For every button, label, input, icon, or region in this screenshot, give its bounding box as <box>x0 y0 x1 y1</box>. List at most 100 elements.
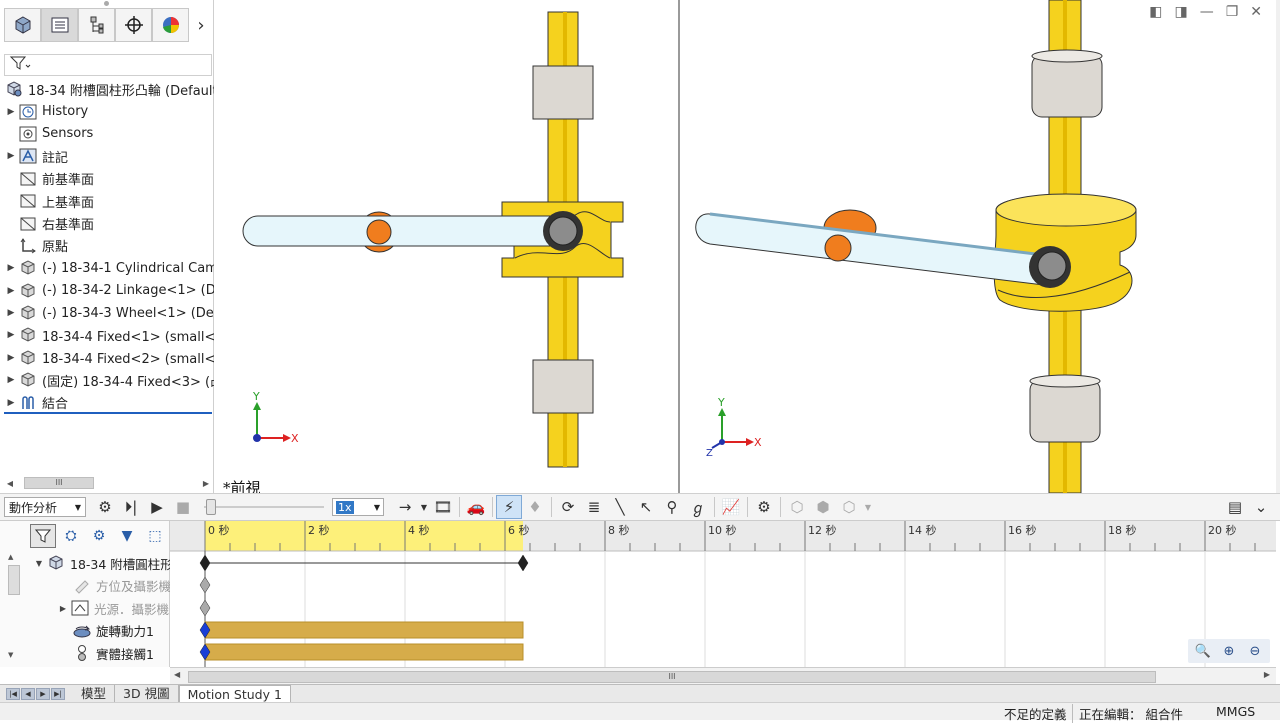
tree-item[interactable]: ▶ (固定) 18-34-4 Fixed<3> (凸 <box>4 369 214 391</box>
motion-tree-item[interactable]: 實體接觸1 <box>0 642 170 665</box>
units-status[interactable]: MMGS <box>1216 704 1255 719</box>
tab-motion-study-1[interactable]: Motion Study 1 <box>178 684 291 703</box>
playback-slider[interactable] <box>204 497 324 517</box>
scroll-right-icon[interactable]: ▶ <box>1264 670 1270 679</box>
tree-item[interactable]: ▶ 18-34-4 Fixed<2> (small<默 <box>4 347 214 369</box>
motion-tree-item[interactable]: ▶ 光源．攝影機 <box>0 597 170 620</box>
tree-item[interactable]: 前基準面 <box>4 168 214 190</box>
tab-model[interactable]: 模型 <box>73 684 116 703</box>
tree-item[interactable]: ▶ (-) 18-34-3 Wheel<1> (Def <box>4 302 214 324</box>
filter-selected-icon[interactable]: ▼ <box>114 524 140 548</box>
tree-item[interactable]: ▶ (-) 18-34-1 Cylindrical Cam <box>4 257 214 279</box>
last-tab-icon[interactable]: ▶| <box>51 687 65 700</box>
motion-tree-item[interactable]: ▼ 18-34 附槽圓柱形 <box>0 552 170 575</box>
configuration-manager-icon[interactable] <box>78 8 115 42</box>
display-manager-icon[interactable] <box>152 8 189 42</box>
animation-wizard-icon[interactable]: 🚗 <box>463 495 489 519</box>
add-key-icon[interactable]: ♦ <box>522 495 548 519</box>
tab-3d-view[interactable]: 3D 視圖 <box>115 684 179 703</box>
property-manager-icon[interactable] <box>41 8 78 42</box>
dropdown-icon[interactable]: ▼ <box>418 495 430 519</box>
tree-root-assembly[interactable]: 18-34 附槽圓柱形凸輪 (Default- <box>4 78 214 100</box>
filter-options-icon[interactable]: ⬡ <box>836 495 862 519</box>
zoom-fit-icon[interactable]: 🔍 <box>1192 641 1214 661</box>
close-icon[interactable]: ✕ <box>1250 4 1262 20</box>
chevron-down-icon[interactable]: ⌄ <box>1248 495 1274 519</box>
stop-icon[interactable]: ■ <box>170 495 196 519</box>
filter-driving-icon[interactable]: ⚙ <box>86 524 112 548</box>
tile-right-icon[interactable]: ◨ <box>1174 4 1187 20</box>
panel-grip[interactable] <box>104 1 109 6</box>
tree-horizontal-scrollbar[interactable]: ◀ III ▶ <box>4 475 212 491</box>
panel-layout-icon[interactable]: ▤ <box>1222 495 1248 519</box>
dropdown-icon[interactable]: ▼ <box>862 495 874 519</box>
tree-item[interactable]: 上基準面 <box>4 190 214 212</box>
motion-tree-item[interactable]: 方位及攝影機 <box>0 575 170 598</box>
playback-mode-icon[interactable]: → <box>392 495 418 519</box>
scroll-thumb[interactable]: III <box>24 477 94 489</box>
scroll-left-icon[interactable]: ◀ <box>174 670 180 679</box>
expand-arrow-icon[interactable]: ▶ <box>4 308 18 318</box>
damper-icon[interactable]: ╲ <box>607 495 633 519</box>
motor-icon[interactable]: ⟳ <box>555 495 581 519</box>
collapse-icon[interactable]: ⬡ <box>784 495 810 519</box>
expand-arrow-icon[interactable]: ▶ <box>0 604 70 613</box>
expand-icon[interactable]: ⬢ <box>810 495 836 519</box>
expand-arrow-icon[interactable]: ▶ <box>4 353 18 363</box>
assembly-icon <box>4 80 24 98</box>
save-animation-icon[interactable]: 🎞 <box>430 495 456 519</box>
expand-arrow-icon[interactable]: ▶ <box>4 151 18 161</box>
filter-results-icon[interactable]: ⬚ <box>142 524 168 548</box>
tree-item[interactable]: ▶ 結合 <box>4 391 214 413</box>
calculate-icon[interactable]: ⚙ <box>92 495 118 519</box>
filter-animated-icon[interactable]: ⛭ <box>58 524 84 548</box>
expand-arrow-icon[interactable]: ▼ <box>0 559 46 568</box>
zoom-in-icon[interactable]: ⊕ <box>1218 641 1240 661</box>
expand-arrow-icon[interactable]: ▶ <box>4 107 18 117</box>
expand-arrow-icon[interactable]: ▶ <box>4 286 18 296</box>
restore-icon[interactable]: ❐ <box>1226 4 1239 20</box>
scroll-right-icon[interactable]: ▶ <box>200 479 212 488</box>
playback-speed-select[interactable]: 1x ▼ <box>332 498 384 516</box>
dimxpert-icon[interactable] <box>115 8 152 42</box>
timeline-area[interactable]: 0 秒2 秒4 秒6 秒8 秒 10 秒 12 秒 14 秒 16 秒 18 秒 20 秒 … <box>170 521 1276 667</box>
results-plots-icon[interactable]: 📈 <box>718 495 744 519</box>
expand-arrow-icon[interactable]: ▶ <box>4 330 18 340</box>
zoom-out-icon[interactable]: ⊖ <box>1244 641 1266 661</box>
next-tab-icon[interactable]: ▶ <box>36 687 50 700</box>
graphics-viewport-front[interactable]: Y X <box>215 0 677 493</box>
spring-icon[interactable]: ≣ <box>581 495 607 519</box>
tree-item[interactable]: ▶ (-) 18-34-2 Linkage<1> (De <box>4 280 214 302</box>
feature-manager-icon[interactable] <box>4 8 41 42</box>
first-tab-icon[interactable]: |◀ <box>6 687 20 700</box>
study-properties-icon[interactable]: ⚙ <box>751 495 777 519</box>
minimize-icon[interactable]: — <box>1200 4 1214 20</box>
study-type-select[interactable]: 動作分析 ▼ <box>4 497 86 517</box>
play-icon[interactable]: ▶ <box>144 495 170 519</box>
tree-filter[interactable] <box>4 54 212 76</box>
timeline-horizontal-scrollbar[interactable]: ◀ III ▶ <box>170 667 1276 685</box>
tree-item[interactable]: ▶ 註記 <box>4 145 214 167</box>
prev-tab-icon[interactable]: ◀ <box>21 687 35 700</box>
graphics-viewport-isometric[interactable]: ◧ ◨ — ❐ ✕ Y X Z <box>680 0 1276 493</box>
expand-arrow-icon[interactable]: ▶ <box>4 263 18 273</box>
filter-icon[interactable] <box>30 524 56 548</box>
expand-arrow-icon[interactable]: ▶ <box>4 375 18 385</box>
tree-item[interactable]: Sensors <box>4 123 214 145</box>
gravity-icon[interactable]: ℊ <box>685 495 711 519</box>
chevron-right-icon[interactable]: › <box>189 8 213 42</box>
tile-left-icon[interactable]: ◧ <box>1149 4 1162 20</box>
tree-item[interactable]: 右基準面 <box>4 212 214 234</box>
tree-item[interactable]: 原點 <box>4 235 214 257</box>
force-icon[interactable]: ↖ <box>633 495 659 519</box>
contact-icon[interactable]: ⚲ <box>659 495 685 519</box>
viewport-vertical-scrollbar[interactable] <box>1276 0 1280 493</box>
expand-arrow-icon[interactable]: ▶ <box>4 398 18 408</box>
scroll-thumb[interactable]: III <box>188 671 1156 683</box>
tree-item[interactable]: ▶ 18-34-4 Fixed<1> (small<默 <box>4 324 214 346</box>
play-from-start-icon[interactable]: ⏵| <box>118 495 144 519</box>
scroll-left-icon[interactable]: ◀ <box>4 479 16 488</box>
tree-item[interactable]: ▶ History <box>4 100 214 122</box>
motion-tree-item[interactable]: 旋轉動力1 <box>0 620 170 643</box>
autokey-icon[interactable]: ⚡ <box>496 495 522 519</box>
